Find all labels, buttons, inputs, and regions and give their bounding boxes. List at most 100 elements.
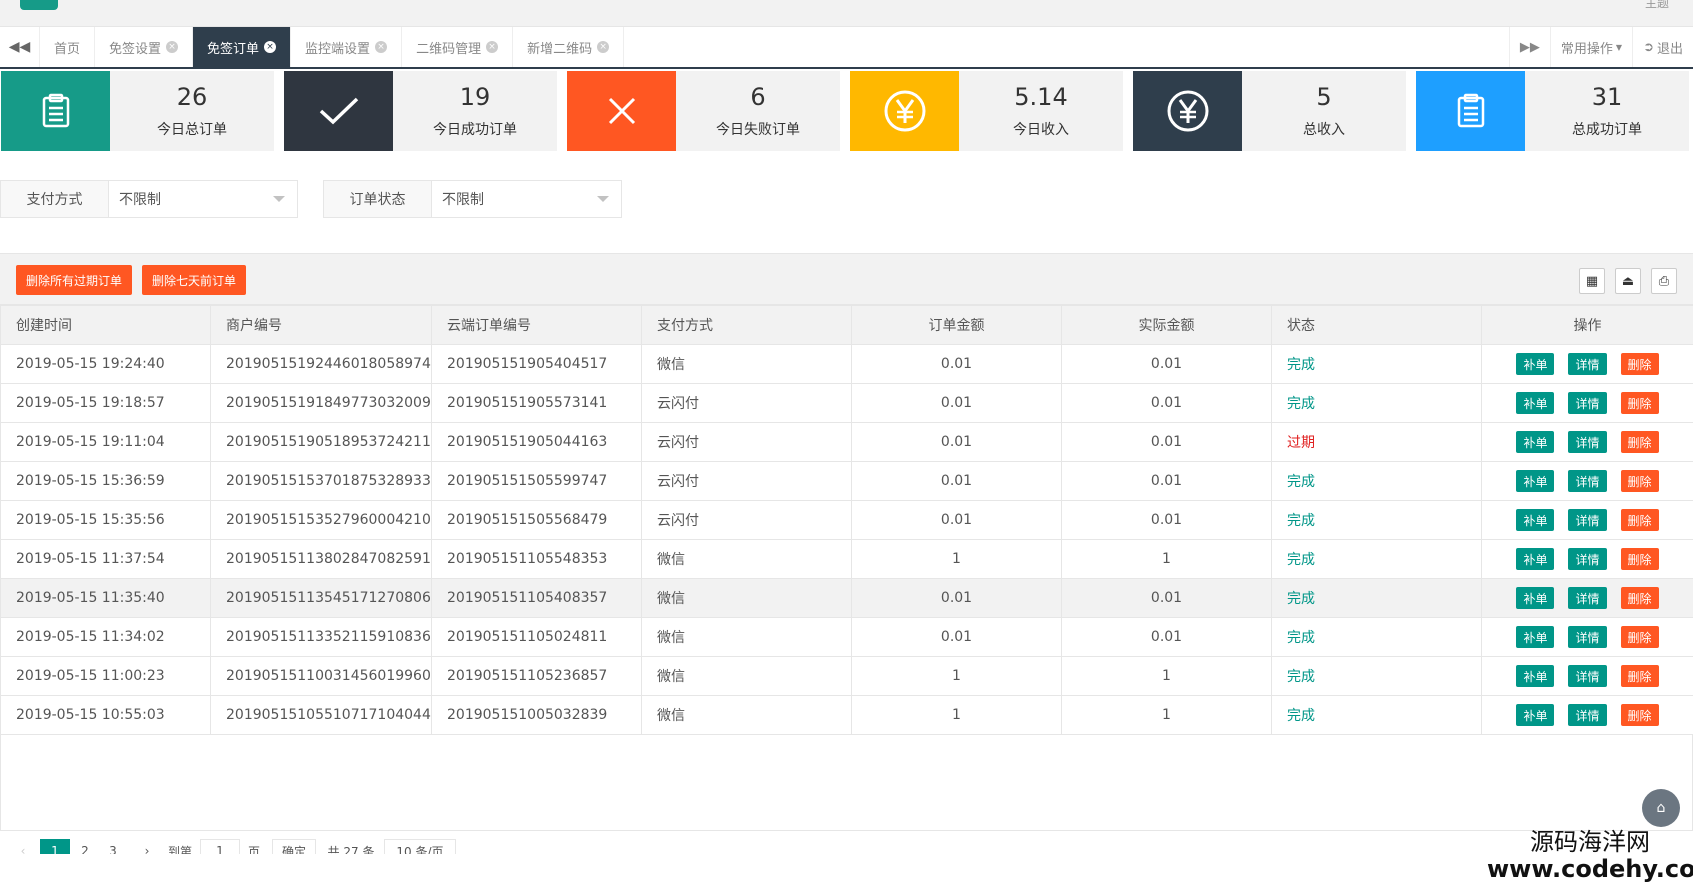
- tab-1[interactable]: 免签设置 ×: [95, 27, 194, 67]
- cell-amount: 0.01: [851, 422, 1062, 462]
- tab-close-icon[interactable]: ×: [166, 41, 179, 53]
- supplement-button[interactable]: 补单: [1516, 470, 1555, 492]
- tab-4[interactable]: 二维码管理 ×: [402, 27, 514, 67]
- goto-page-input[interactable]: 1: [200, 839, 240, 854]
- detail-button[interactable]: 详情: [1568, 665, 1607, 687]
- logout-button[interactable]: ➲ 退出: [1632, 27, 1693, 67]
- detail-button[interactable]: 详情: [1568, 392, 1607, 414]
- delete-expired-button[interactable]: 删除所有过期订单: [16, 265, 132, 295]
- table-row[interactable]: 2019-05-15 19:24:40 201905151924460180589…: [0, 344, 1693, 384]
- col-header-amount[interactable]: 订单金额: [851, 305, 1062, 345]
- delete-button[interactable]: 删除: [1620, 548, 1659, 570]
- per-page-select[interactable]: 10 条/页: [384, 839, 456, 854]
- pay-method-select[interactable]: 不限制: [109, 181, 297, 217]
- col-header-pay-method[interactable]: 支付方式: [641, 305, 852, 345]
- col-header-status[interactable]: 状态: [1271, 305, 1482, 345]
- cell-merchant-no: 201905151133521159108367: [210, 617, 432, 657]
- table-row[interactable]: 2019-05-15 15:36:59 201905151537018753289…: [0, 461, 1693, 501]
- common-ops-menu[interactable]: 常用操作 ▼: [1549, 27, 1632, 67]
- tab-label: 首页: [54, 41, 81, 57]
- supplement-button[interactable]: 补单: [1516, 587, 1555, 609]
- delete-week-old-button[interactable]: 删除七天前订单: [142, 265, 246, 295]
- tab-close-icon[interactable]: ×: [486, 41, 499, 53]
- col-header-merchant[interactable]: 商户编号: [210, 305, 432, 345]
- detail-button[interactable]: 详情: [1568, 509, 1607, 531]
- detail-button[interactable]: 详情: [1568, 431, 1607, 453]
- cell-status: 完成: [1271, 500, 1482, 540]
- supplement-button[interactable]: 补单: [1516, 665, 1555, 687]
- supplement-button[interactable]: 补单: [1516, 392, 1555, 414]
- supplement-button[interactable]: 补单: [1516, 704, 1555, 726]
- cell-amount: 0.01: [851, 344, 1062, 384]
- supplement-button[interactable]: 补单: [1516, 509, 1555, 531]
- cell-amount: 0.01: [851, 383, 1062, 423]
- export-icon[interactable]: ⏏: [1615, 268, 1641, 294]
- tab-3[interactable]: 监控端设置 ×: [291, 27, 403, 67]
- tabbar-right: ▶▶ 常用操作 ▼ ➲ 退出: [1508, 27, 1693, 67]
- cell-merchant-no: 201905151537018753289334: [210, 461, 432, 501]
- supplement-button[interactable]: 补单: [1516, 626, 1555, 648]
- theme-link[interactable]: 主题: [1645, 0, 1669, 11]
- tab-close-icon[interactable]: ×: [264, 41, 277, 53]
- table-row[interactable]: 2019-05-15 15:35:56 201905151535279600042…: [0, 500, 1693, 540]
- delete-button[interactable]: 删除: [1620, 626, 1659, 648]
- cell-pay-method: 微信: [641, 617, 852, 657]
- detail-button[interactable]: 详情: [1568, 470, 1607, 492]
- cell-cloud-order-no: 201905151005032839: [431, 695, 642, 735]
- prev-page-icon[interactable]: ‹: [16, 839, 30, 854]
- delete-button[interactable]: 删除: [1620, 431, 1659, 453]
- cell-cloud-order-no: 201905151105408357: [431, 578, 642, 618]
- tab-label: 免签订单: [207, 41, 260, 57]
- tab-close-icon[interactable]: ×: [375, 41, 388, 53]
- columns-icon[interactable]: ▦: [1579, 268, 1605, 294]
- table-row[interactable]: 2019-05-15 10:55:03 201905151055107171040…: [0, 695, 1693, 735]
- detail-button[interactable]: 详情: [1568, 548, 1607, 570]
- tab-0[interactable]: 首页: [40, 27, 96, 67]
- col-header-time[interactable]: 创建时间: [0, 305, 211, 345]
- cell-merchant-no: 201905151100314560199608: [210, 656, 432, 696]
- cell-actual-amount: 0.01: [1061, 617, 1272, 657]
- cell-actions: 补单 详情 删除: [1481, 383, 1693, 423]
- print-icon[interactable]: ⎙: [1651, 268, 1677, 294]
- col-header-actual[interactable]: 实际金额: [1061, 305, 1272, 345]
- delete-button[interactable]: 删除: [1620, 392, 1659, 414]
- col-header-cloud-order[interactable]: 云端订单编号: [431, 305, 642, 345]
- detail-button[interactable]: 详情: [1568, 626, 1607, 648]
- supplement-button[interactable]: 补单: [1516, 548, 1555, 570]
- tabs-scroll-right-icon[interactable]: ▶▶: [1508, 27, 1550, 67]
- table-row[interactable]: 2019-05-15 11:35:40 201905151135451712708…: [0, 578, 1693, 618]
- detail-button[interactable]: 详情: [1568, 587, 1607, 609]
- supplement-button[interactable]: 补单: [1516, 431, 1555, 453]
- detail-button[interactable]: 详情: [1568, 353, 1607, 375]
- table-row[interactable]: 2019-05-15 19:18:57 201905151918497730320…: [0, 383, 1693, 423]
- cell-pay-method: 云闪付: [641, 383, 852, 423]
- tab-5[interactable]: 新增二维码 ×: [513, 27, 625, 67]
- delete-button[interactable]: 删除: [1620, 665, 1659, 687]
- detail-button[interactable]: 详情: [1568, 704, 1607, 726]
- table-row[interactable]: 2019-05-15 11:00:23 201905151100314560199…: [0, 656, 1693, 696]
- table-row[interactable]: 2019-05-15 19:11:04 201905151905189537242…: [0, 422, 1693, 462]
- page-2[interactable]: 2: [78, 839, 92, 854]
- delete-button[interactable]: 删除: [1620, 509, 1659, 531]
- order-status-select[interactable]: 不限制: [432, 181, 621, 217]
- delete-button[interactable]: 删除: [1620, 470, 1659, 492]
- supplement-button[interactable]: 补单: [1516, 353, 1555, 375]
- page-1[interactable]: 1: [40, 839, 70, 854]
- yuan-icon: [1133, 71, 1242, 151]
- cell-pay-method: 微信: [641, 656, 852, 696]
- tab-2[interactable]: 免签订单 ×: [193, 27, 292, 67]
- cell-status: 完成: [1271, 461, 1482, 501]
- delete-button[interactable]: 删除: [1620, 587, 1659, 609]
- page-3[interactable]: 3: [106, 839, 120, 854]
- delete-button[interactable]: 删除: [1620, 704, 1659, 726]
- table-row[interactable]: 2019-05-15 11:37:54 201905151138028470825…: [0, 539, 1693, 579]
- pay-method-filter: 支付方式 不限制: [0, 180, 298, 218]
- tabs-scroll-left-icon[interactable]: ◀◀: [0, 27, 40, 67]
- delete-button[interactable]: 删除: [1620, 353, 1659, 375]
- tab-close-icon[interactable]: ×: [597, 41, 610, 53]
- table-row[interactable]: 2019-05-15 11:34:02 201905151133521159108…: [0, 617, 1693, 657]
- goto-confirm-button[interactable]: 确定: [272, 839, 316, 854]
- home-float-icon[interactable]: ⌂: [1642, 789, 1680, 827]
- next-page-icon[interactable]: ›: [140, 839, 154, 854]
- chevron-down-icon: [597, 196, 609, 202]
